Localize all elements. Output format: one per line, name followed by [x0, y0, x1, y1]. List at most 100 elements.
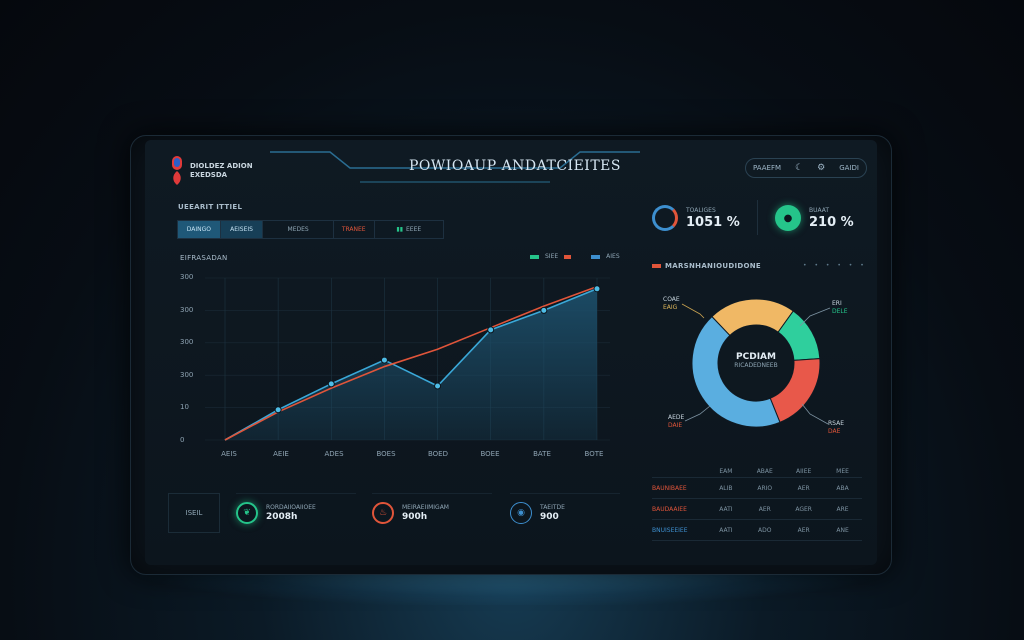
stat-value: 1051 %: [686, 214, 740, 230]
tab-5[interactable]: ▮▮ EEEE: [375, 221, 443, 238]
y-tick-label: 300: [180, 371, 194, 379]
legend-swatch-1: [530, 254, 539, 259]
y-tick-label: 0: [180, 436, 185, 444]
table-cell: ABA: [836, 484, 849, 492]
kpi-card-3[interactable]: ◉ TAEITDE 900: [510, 493, 620, 532]
section-label: UEEARIT ITTIEL: [178, 203, 243, 211]
table-header-cell: EAM: [719, 467, 733, 475]
x-tick-label: AEIS: [221, 450, 237, 458]
tab-2[interactable]: AEISEIS: [220, 221, 264, 238]
kpi-side-label[interactable]: ISEIL: [168, 493, 220, 533]
x-tick-label: ADES: [324, 450, 344, 458]
drop-icon: ◉: [510, 502, 532, 524]
stat-card-1[interactable]: TOALIGES 1051 %: [652, 205, 740, 231]
stat-value: 210 %: [809, 214, 854, 230]
chart-legend: SIEE AIES: [530, 253, 620, 260]
donut-header-swatch: [652, 264, 661, 268]
donut-note-line1: ERI: [832, 300, 842, 307]
donut-note-line1: COAE: [663, 296, 680, 303]
kpi-card-2[interactable]: ♨ MEIRAEIIMIGAM 900h: [372, 493, 492, 532]
kpi-label: MEIRAEIIMIGAM: [402, 504, 449, 511]
y-tick-label: 300: [180, 306, 194, 314]
data-point: [327, 380, 335, 388]
table-cell: BAUNIBAEE: [652, 484, 687, 492]
table-row[interactable]: BNUISEEIEE AATI ADO AER ANE: [652, 520, 862, 541]
kpi-value: 2008h: [266, 512, 298, 522]
donut-note: AEDE DAIE: [668, 414, 684, 430]
tab-4[interactable]: TRANEE: [334, 221, 375, 238]
donut-leader-lines: [681, 303, 831, 425]
area-chart: [205, 277, 610, 441]
table-cell: AATI: [719, 505, 733, 513]
header-item-1[interactable]: PAAEFM: [753, 164, 781, 172]
table-cell: AATI: [719, 526, 733, 534]
stat-label: TOALIGES: [686, 206, 716, 214]
data-point: [593, 285, 601, 293]
leaf-icon: ❦: [236, 502, 258, 524]
toggle-icon: ▮▮: [396, 226, 403, 233]
logo-line2: EXEDSDA: [190, 171, 228, 179]
moon-icon[interactable]: ☾: [795, 163, 803, 173]
legend-label-2: AIES: [606, 253, 620, 260]
donut-label: MARSNHANIOUDIDONE: [665, 262, 761, 270]
data-point: [274, 406, 282, 414]
donut-header: MARSNHANIOUDIDONE: [652, 262, 761, 270]
app-logo[interactable]: DIOLDEZ ADION EXEDSDA: [170, 155, 253, 187]
table-cell: ARE: [836, 505, 849, 513]
tab-3[interactable]: MEDES: [263, 221, 334, 238]
logo-line1: DIOLDEZ ADION: [190, 162, 253, 170]
table-cell: BNUISEEIEE: [652, 526, 688, 534]
donut-note-line1: RSAE: [828, 420, 844, 427]
header-item-2[interactable]: GAIDI: [839, 164, 859, 172]
tab-1[interactable]: DAINGO: [178, 221, 221, 238]
stat-label: BUAAT: [809, 206, 830, 214]
header-controls[interactable]: PAAEFM ☾ ⚙ GAIDI: [745, 158, 867, 178]
kpi-card-1[interactable]: ❦ RORDAIIOAIIOEE 2008h: [236, 493, 356, 532]
table-cell: ARIO: [757, 484, 773, 492]
kpi-label: TAEITDE: [540, 504, 565, 511]
table-header-cell: ABAE: [756, 467, 773, 475]
table-cell: AER: [797, 484, 810, 492]
donut-note-line2: EAIG: [663, 304, 678, 311]
y-tick-label: 300: [180, 273, 194, 281]
table-cell: AER: [797, 526, 810, 534]
legend-label-1: SIEE: [545, 253, 559, 260]
legend-swatch-2: [591, 254, 601, 259]
x-tick-label: BOTE: [584, 450, 604, 458]
table-cell: ANE: [836, 526, 849, 534]
table-header: EAM ABAE AIIEE MEE: [652, 465, 862, 478]
y-tick-label: 10: [180, 403, 189, 411]
table-cell: ALIB: [719, 484, 733, 492]
kpi-value: 900h: [402, 512, 428, 522]
data-point: [487, 326, 495, 334]
donut-note: COAE EAIG: [663, 296, 680, 312]
kpi-value: 900: [540, 512, 559, 522]
data-point: [380, 356, 388, 364]
x-tick-label: BOES: [376, 450, 396, 458]
donut-note: ERI DELE: [832, 300, 848, 316]
chart-label: EIFRASADAN: [180, 254, 228, 262]
logo-icon: [172, 156, 182, 185]
badge-icon: ●: [775, 205, 801, 231]
stat-card-2[interactable]: ● BUAAT 210 %: [775, 205, 854, 231]
table-cell: BAUDAAIEE: [652, 505, 687, 513]
table-cell: AGER: [795, 505, 812, 513]
table-cell: ADO: [758, 526, 772, 534]
table-header-cell: MEE: [836, 467, 849, 475]
settings-icon[interactable]: ⚙: [817, 163, 825, 173]
data-table: EAM ABAE AIIEE MEE BAUNIBAEE ALIB ARIO A…: [652, 465, 862, 541]
table-cell: AER: [758, 505, 771, 513]
donut-note-line2: DAIE: [668, 422, 683, 429]
table-header-cell: AIIEE: [796, 467, 812, 475]
table-row[interactable]: BAUNIBAEE ALIB ARIO AER ABA: [652, 478, 862, 499]
x-tick-label: BOED: [427, 450, 448, 458]
donut-note-line2: DAE: [828, 428, 841, 435]
page-title: POWIOAUP ANDATCIEITES: [409, 158, 621, 174]
donut-note: RSAE DAE: [828, 420, 844, 436]
x-tick-label: AEIE: [273, 450, 289, 458]
kpi-label: RORDAIIOAIIOEE: [266, 504, 316, 511]
pager-dots-icon[interactable]: • • • • • •: [803, 262, 867, 269]
donut-note-line2: DELE: [832, 308, 848, 315]
table-row[interactable]: BAUDAAIEE AATI AER AGER ARE: [652, 499, 862, 520]
x-tick-label: BOEE: [480, 450, 500, 458]
